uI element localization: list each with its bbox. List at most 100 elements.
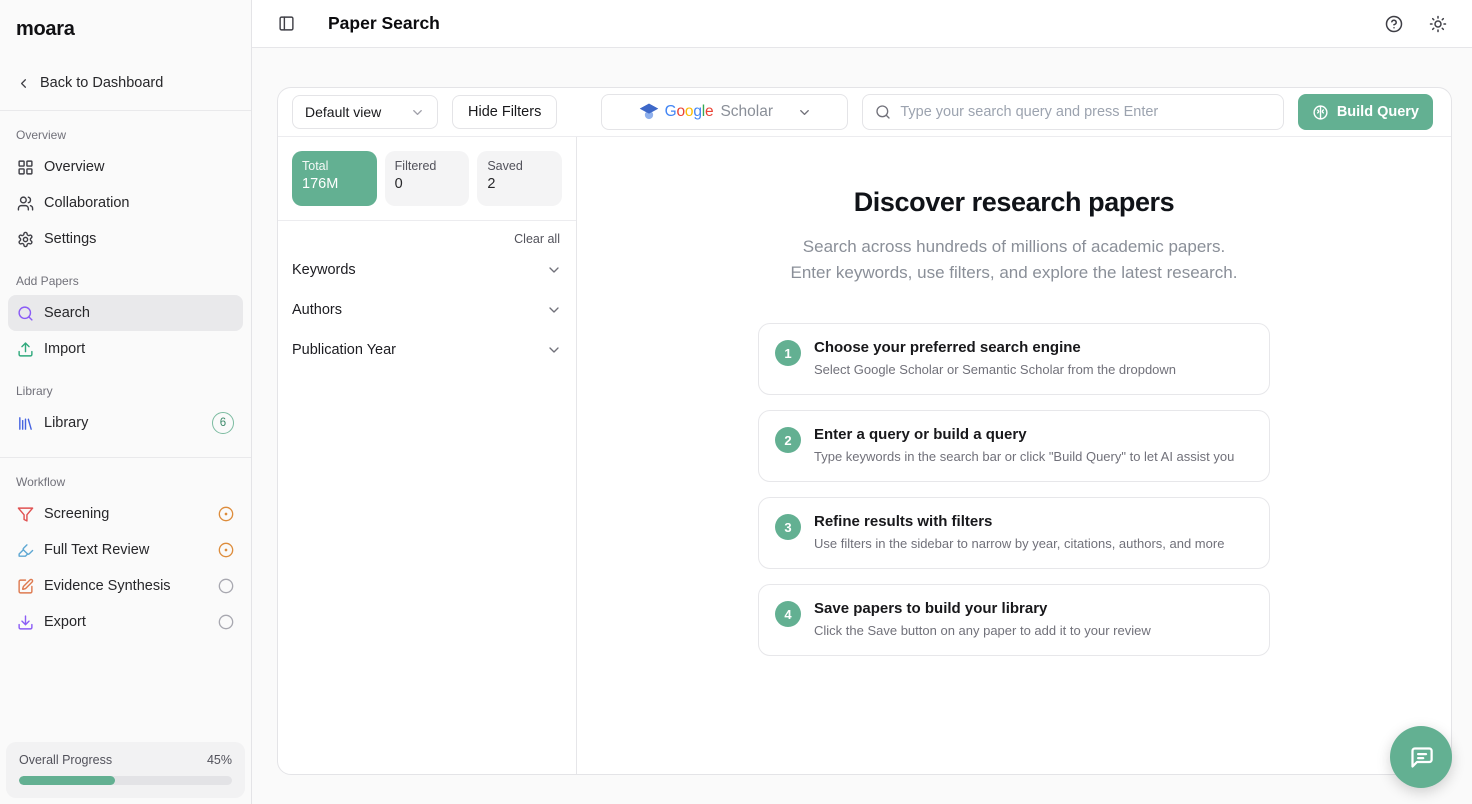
stat-value: 0: [395, 176, 460, 192]
step-title: Refine results with filters: [814, 513, 1224, 530]
sidebar-toggle-button[interactable]: [272, 10, 300, 38]
sidebar-item-search[interactable]: Search: [8, 295, 243, 331]
help-button[interactable]: [1380, 10, 1408, 38]
sidebar-item-label: Settings: [44, 231, 96, 247]
empty-state-subtitle: Search across hundreds of millions of ac…: [791, 234, 1238, 286]
download-icon: [17, 614, 34, 631]
highlighter-icon: [17, 542, 34, 559]
filter-section-publication-year[interactable]: Publication Year: [292, 330, 562, 370]
search-toolbar: Default view Hide Filters Google Scholar: [278, 88, 1451, 137]
google-wordmark: Google: [665, 103, 714, 121]
funnel-icon: [17, 506, 34, 523]
stat-tab-total[interactable]: Total 176M: [292, 151, 377, 206]
filter-panel: Total 176M Filtered 0 Saved 2 Clear all: [278, 137, 577, 774]
sidebar-item-label: Overview: [44, 159, 104, 175]
view-select-value: Default view: [305, 104, 381, 120]
onboarding-steps: 1 Choose your preferred search engine Se…: [758, 323, 1270, 656]
step-title: Save papers to build your library: [814, 600, 1151, 617]
sidebar-item-library[interactable]: Library 6: [8, 405, 243, 441]
search-bar: [862, 94, 1283, 130]
build-query-button[interactable]: Build Query: [1298, 94, 1433, 130]
grid-icon: [17, 159, 34, 176]
section-label-workflow: Workflow: [0, 458, 251, 496]
section-label-add-papers: Add Papers: [0, 257, 251, 295]
chat-fab-button[interactable]: [1390, 726, 1452, 788]
filter-section-label: Publication Year: [292, 342, 396, 358]
sidebar-item-label: Import: [44, 341, 85, 357]
stat-value: 2: [487, 176, 552, 192]
sidebar-item-full-text-review[interactable]: Full Text Review: [8, 532, 243, 568]
view-select[interactable]: Default view: [292, 95, 438, 129]
search-icon: [17, 305, 34, 322]
theme-toggle-button[interactable]: [1424, 10, 1452, 38]
status-pending-icon: [218, 578, 234, 594]
scholar-wordmark: Scholar: [720, 103, 773, 121]
content-area: Default view Hide Filters Google Scholar: [252, 48, 1472, 804]
search-input[interactable]: [900, 104, 1270, 120]
step-title: Choose your preferred search engine: [814, 339, 1176, 356]
back-to-dashboard-label: Back to Dashboard: [40, 75, 163, 91]
step-card-1: 1 Choose your preferred search engine Se…: [758, 323, 1270, 395]
google-scholar-logo: Google Scholar: [638, 102, 773, 122]
section-label-library: Library: [0, 367, 251, 405]
paper-search-card: Default view Hide Filters Google Scholar: [277, 87, 1452, 775]
library-count-badge: 6: [212, 412, 234, 434]
filter-section-label: Keywords: [292, 262, 356, 278]
brain-icon: [1312, 104, 1329, 121]
sidebar-item-settings[interactable]: Settings: [8, 221, 243, 257]
sidebar-item-collaboration[interactable]: Collaboration: [8, 185, 243, 221]
sidebar-item-export[interactable]: Export: [8, 604, 243, 640]
sidebar-item-evidence-synthesis[interactable]: Evidence Synthesis: [8, 568, 243, 604]
stat-label: Saved: [487, 159, 552, 173]
panel-left-icon: [278, 15, 295, 32]
back-to-dashboard-button[interactable]: Back to Dashboard: [8, 66, 243, 100]
sidebar-item-label: Collaboration: [44, 195, 129, 211]
filter-section-keywords[interactable]: Keywords: [292, 250, 562, 290]
step-number-badge: 1: [775, 340, 801, 366]
build-query-label: Build Query: [1337, 104, 1419, 120]
step-description: Click the Save button on any paper to ad…: [814, 623, 1151, 638]
sidebar-item-label: Full Text Review: [44, 542, 149, 558]
sidebar: moara Back to Dashboard Overview Overvie…: [0, 0, 252, 804]
filter-section-authors[interactable]: Authors: [292, 290, 562, 330]
progress-label: Overall Progress: [19, 753, 112, 767]
sidebar-item-import[interactable]: Import: [8, 331, 243, 367]
step-card-4: 4 Save papers to build your library Clic…: [758, 584, 1270, 656]
users-icon: [17, 195, 34, 212]
sidebar-item-label: Screening: [44, 506, 109, 522]
sun-icon: [1429, 15, 1447, 33]
library-icon: [17, 415, 34, 432]
chevron-down-icon: [546, 302, 562, 318]
stat-tab-filtered[interactable]: Filtered 0: [385, 151, 470, 206]
gear-icon: [17, 231, 34, 248]
step-description: Type keywords in the search bar or click…: [814, 449, 1234, 464]
overall-progress-card: Overall Progress 45%: [6, 742, 245, 798]
upload-icon: [17, 341, 34, 358]
nav-library-group: Library 6: [0, 405, 251, 441]
sidebar-item-overview[interactable]: Overview: [8, 149, 243, 185]
step-title: Enter a query or build a query: [814, 426, 1234, 443]
step-description: Select Google Scholar or Semantic Schola…: [814, 362, 1176, 377]
clear-all-button[interactable]: Clear all: [292, 221, 562, 250]
chevron-down-icon: [546, 262, 562, 278]
sidebar-item-screening[interactable]: Screening: [8, 496, 243, 532]
status-in-progress-icon: [218, 542, 234, 558]
result-stats-row: Total 176M Filtered 0 Saved 2: [292, 151, 562, 206]
hide-filters-button[interactable]: Hide Filters: [452, 95, 557, 129]
app-logo: moara: [0, 0, 251, 41]
step-card-2: 2 Enter a query or build a query Type ke…: [758, 410, 1270, 482]
stat-value: 176M: [302, 176, 367, 192]
page-title: Paper Search: [328, 13, 440, 34]
nav-overview-group: Overview Collaboration Settings: [0, 149, 251, 257]
stat-tab-saved[interactable]: Saved 2: [477, 151, 562, 206]
sidebar-item-label: Evidence Synthesis: [44, 578, 171, 594]
nav-add-papers-group: Search Import: [0, 295, 251, 367]
section-label-overview: Overview: [0, 111, 251, 149]
step-number-badge: 3: [775, 514, 801, 540]
stat-label: Filtered: [395, 159, 460, 173]
step-card-3: 3 Refine results with filters Use filter…: [758, 497, 1270, 569]
progress-fill: [19, 776, 115, 785]
empty-state: Discover research papers Search across h…: [577, 137, 1451, 774]
search-engine-select[interactable]: Google Scholar: [601, 94, 848, 130]
progress-bar: [19, 776, 232, 785]
